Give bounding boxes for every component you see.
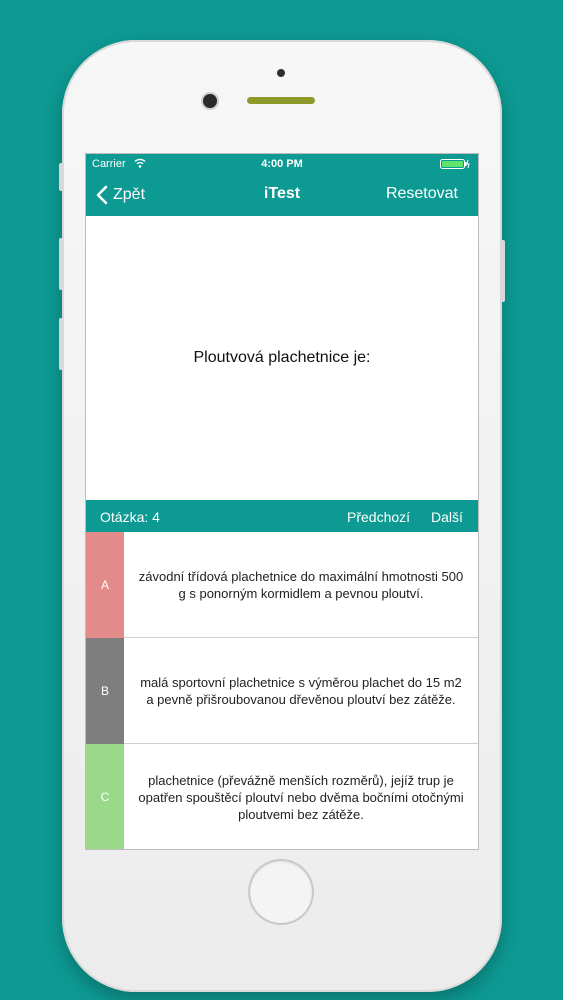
answer-text-a: závodní třídová plachetnice do maximální… [138,569,464,601]
question-text: Ploutvová plachetnice je: [193,349,371,366]
home-button[interactable] [250,861,312,923]
reset-button[interactable]: Resetovat [386,185,458,203]
next-button[interactable]: Další [431,509,463,525]
status-bar: Carrier 4:00 PM [86,154,478,174]
proximity-sensor [277,69,285,77]
status-time: 4:00 PM [261,158,303,170]
answer-text-b: malá sportovní plachetnice s výměrou pla… [140,675,462,707]
phone-side-button [59,163,63,191]
phone-power-button [501,240,505,302]
battery-icon [440,159,470,169]
question-area: Ploutvová plachetnice je: [86,216,478,500]
question-number: Otázka: 4 [100,509,160,525]
answer-letter-b: B [86,638,124,744]
phone-volume-down-button [59,318,63,370]
answer-letter-c: C [86,744,124,849]
answer-option-b[interactable]: B malá sportovní plachetnice s výměrou p… [86,638,478,744]
answer-option-c[interactable]: C plachetnice (převážně menších rozměrů)… [86,744,478,849]
answer-text-c: plachetnice (převážně menších rozměrů), … [138,772,464,822]
phone-volume-up-button [59,238,63,290]
previous-button[interactable]: Předchozí [347,509,410,525]
answer-option-a[interactable]: A závodní třídová plachetnice do maximál… [86,532,478,638]
app-screen: Carrier 4:00 PM Zpět iTest Resetovat Plo… [86,154,478,849]
earpiece [247,97,315,104]
question-bar: Otázka: 4 Předchozí Další [86,500,478,532]
navigation-bar: Zpět iTest Resetovat [86,174,478,216]
front-camera [203,94,217,108]
answer-letter-a: A [86,532,124,638]
